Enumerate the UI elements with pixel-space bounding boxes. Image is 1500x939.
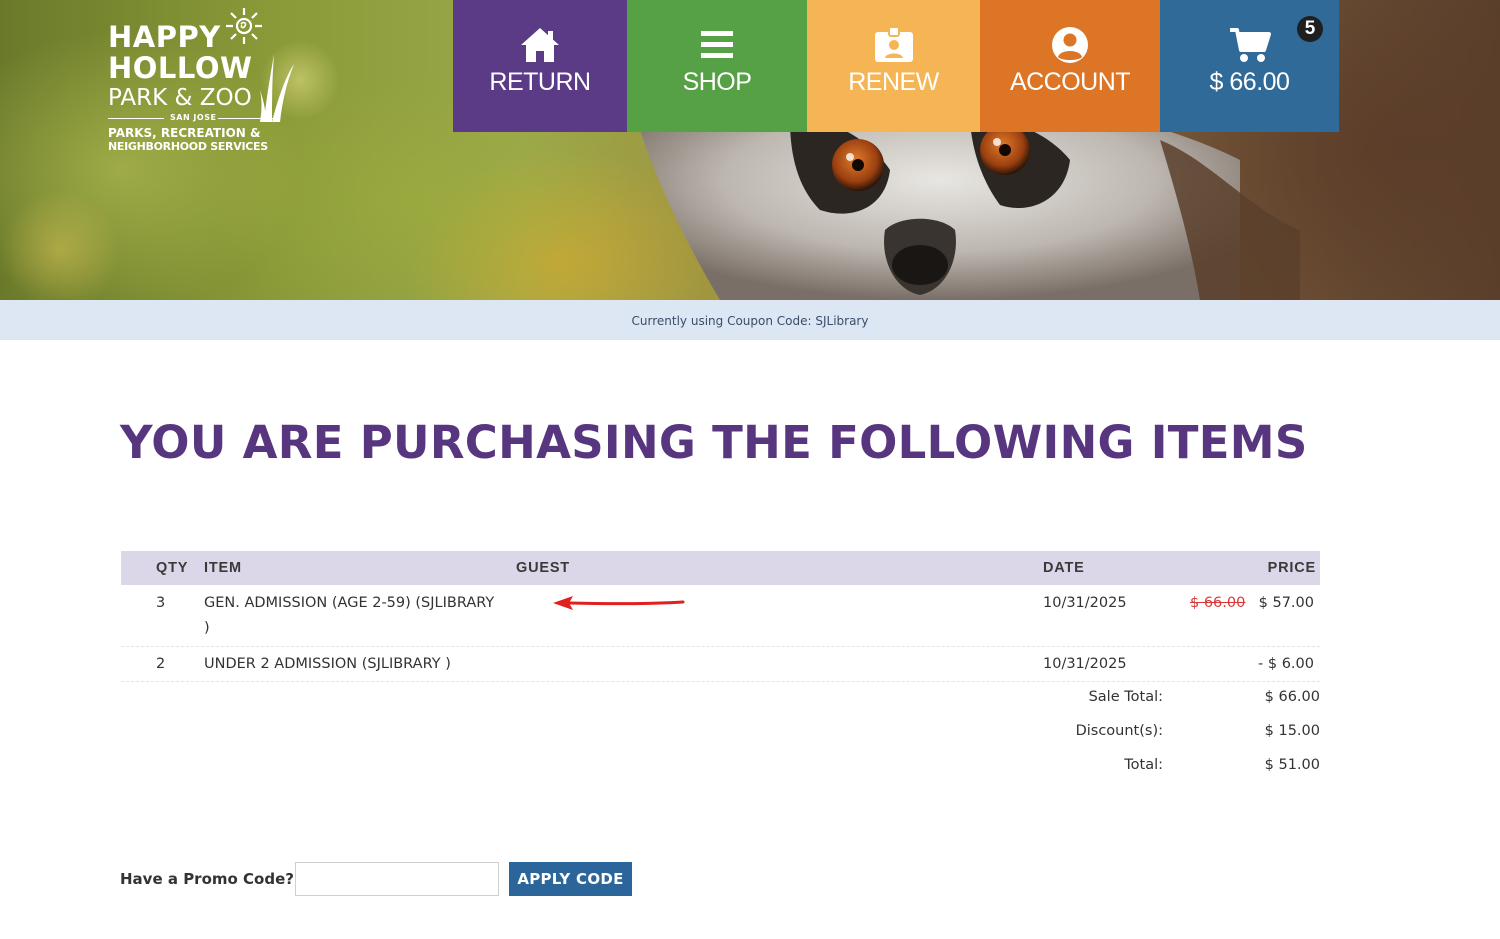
- logo-line-parks: PARKS, RECREATION &: [108, 126, 261, 140]
- row-item: GEN. ADMISSION (AGE 2-59) (SJLIBRARY: [204, 595, 495, 611]
- row-original-price: $ 66.00: [1190, 595, 1246, 611]
- promo-code-input[interactable]: [295, 862, 499, 896]
- sale-total-value: $ 66.00: [1264, 689, 1320, 705]
- header-item: ITEM: [204, 560, 242, 576]
- coupon-status-bar: Currently using Coupon Code: SJLibrary: [0, 300, 1500, 340]
- nav-renew-button[interactable]: RENEW: [807, 0, 980, 132]
- row-item-continued: ): [204, 620, 210, 636]
- table-row: 3 GEN. ADMISSION (AGE 2-59) (SJLIBRARY )…: [121, 585, 1320, 647]
- grass-icon: [260, 54, 294, 122]
- user-circle-icon: [1052, 27, 1088, 63]
- logo-line-hollow: HOLLOW: [108, 51, 253, 85]
- nav-return-label: RETURN: [489, 68, 591, 96]
- row-qty: 3: [156, 595, 166, 611]
- header-guest: GUEST: [516, 560, 570, 576]
- row-item: UNDER 2 ADMISSION (SJLIBRARY ): [204, 656, 451, 672]
- total-label: Total:: [1124, 757, 1163, 773]
- row-qty: 2: [156, 656, 166, 672]
- id-badge-icon: [874, 26, 913, 62]
- table-header: QTY ITEM GUEST DATE PRICE: [121, 551, 1320, 585]
- header-price: PRICE: [1267, 560, 1316, 576]
- promo-code-label: Have a Promo Code?: [120, 870, 294, 888]
- logo-line-san-jose: SAN JOSE: [170, 113, 217, 122]
- cart-count-badge: 5: [1297, 16, 1323, 42]
- happy-hollow-logo[interactable]: HAPPY HOLLOW PARK & ZOO SAN JOSE PARKS, …: [100, 6, 300, 156]
- sale-total-label: Sale Total:: [1088, 689, 1163, 705]
- nav-shop-button[interactable]: SHOP: [627, 0, 807, 132]
- logo-divider-left: [108, 118, 164, 119]
- cart-icon: [1229, 28, 1271, 62]
- logo-line-neighborhood: NEIGHBORHOOD SERVICES: [108, 140, 268, 153]
- discounts-label: Discount(s):: [1075, 723, 1163, 739]
- nav-account-label: ACCOUNT: [1009, 68, 1131, 96]
- sun-icon: [226, 8, 262, 44]
- main-nav: RETURN SHOP RENEW ACCOUNT $ 66.00 5: [453, 0, 1339, 132]
- logo-line-park-zoo: PARK & ZOO: [108, 85, 252, 111]
- discounts-value: $ 15.00: [1264, 723, 1320, 739]
- table-row: 2 UNDER 2 ADMISSION (SJLIBRARY ) 10/31/2…: [121, 647, 1320, 682]
- row-date: 10/31/2025: [1043, 595, 1127, 611]
- red-arrow-annotation: [553, 596, 685, 610]
- row-price: $ 57.00: [1258, 595, 1314, 611]
- nav-renew-label: RENEW: [848, 68, 939, 96]
- logo-divider-right: [218, 118, 274, 119]
- nav-cart-total: $ 66.00: [1209, 68, 1290, 96]
- apply-code-button[interactable]: APPLY CODE: [509, 862, 632, 896]
- row-price: - $ 6.00: [1258, 656, 1314, 672]
- hero-banner: HAPPY HOLLOW PARK & ZOO SAN JOSE PARKS, …: [0, 0, 1500, 300]
- order-items-table: QTY ITEM GUEST DATE PRICE 3 GEN. ADMISSI…: [121, 551, 1320, 773]
- nav-account-button[interactable]: ACCOUNT: [980, 0, 1160, 132]
- nav-shop-label: SHOP: [682, 68, 752, 96]
- logo-line-happy: HAPPY: [108, 20, 221, 54]
- header-qty: QTY: [156, 560, 189, 576]
- page-title: YOU ARE PURCHASING THE FOLLOWING ITEMS: [120, 416, 1308, 469]
- nav-cart-button[interactable]: $ 66.00 5: [1160, 0, 1339, 132]
- home-icon: [521, 28, 559, 62]
- nav-return-button[interactable]: RETURN: [453, 0, 627, 132]
- row-date: 10/31/2025: [1043, 656, 1127, 672]
- header-date: DATE: [1043, 560, 1085, 576]
- menu-icon: [701, 31, 733, 58]
- total-value: $ 51.00: [1264, 757, 1320, 773]
